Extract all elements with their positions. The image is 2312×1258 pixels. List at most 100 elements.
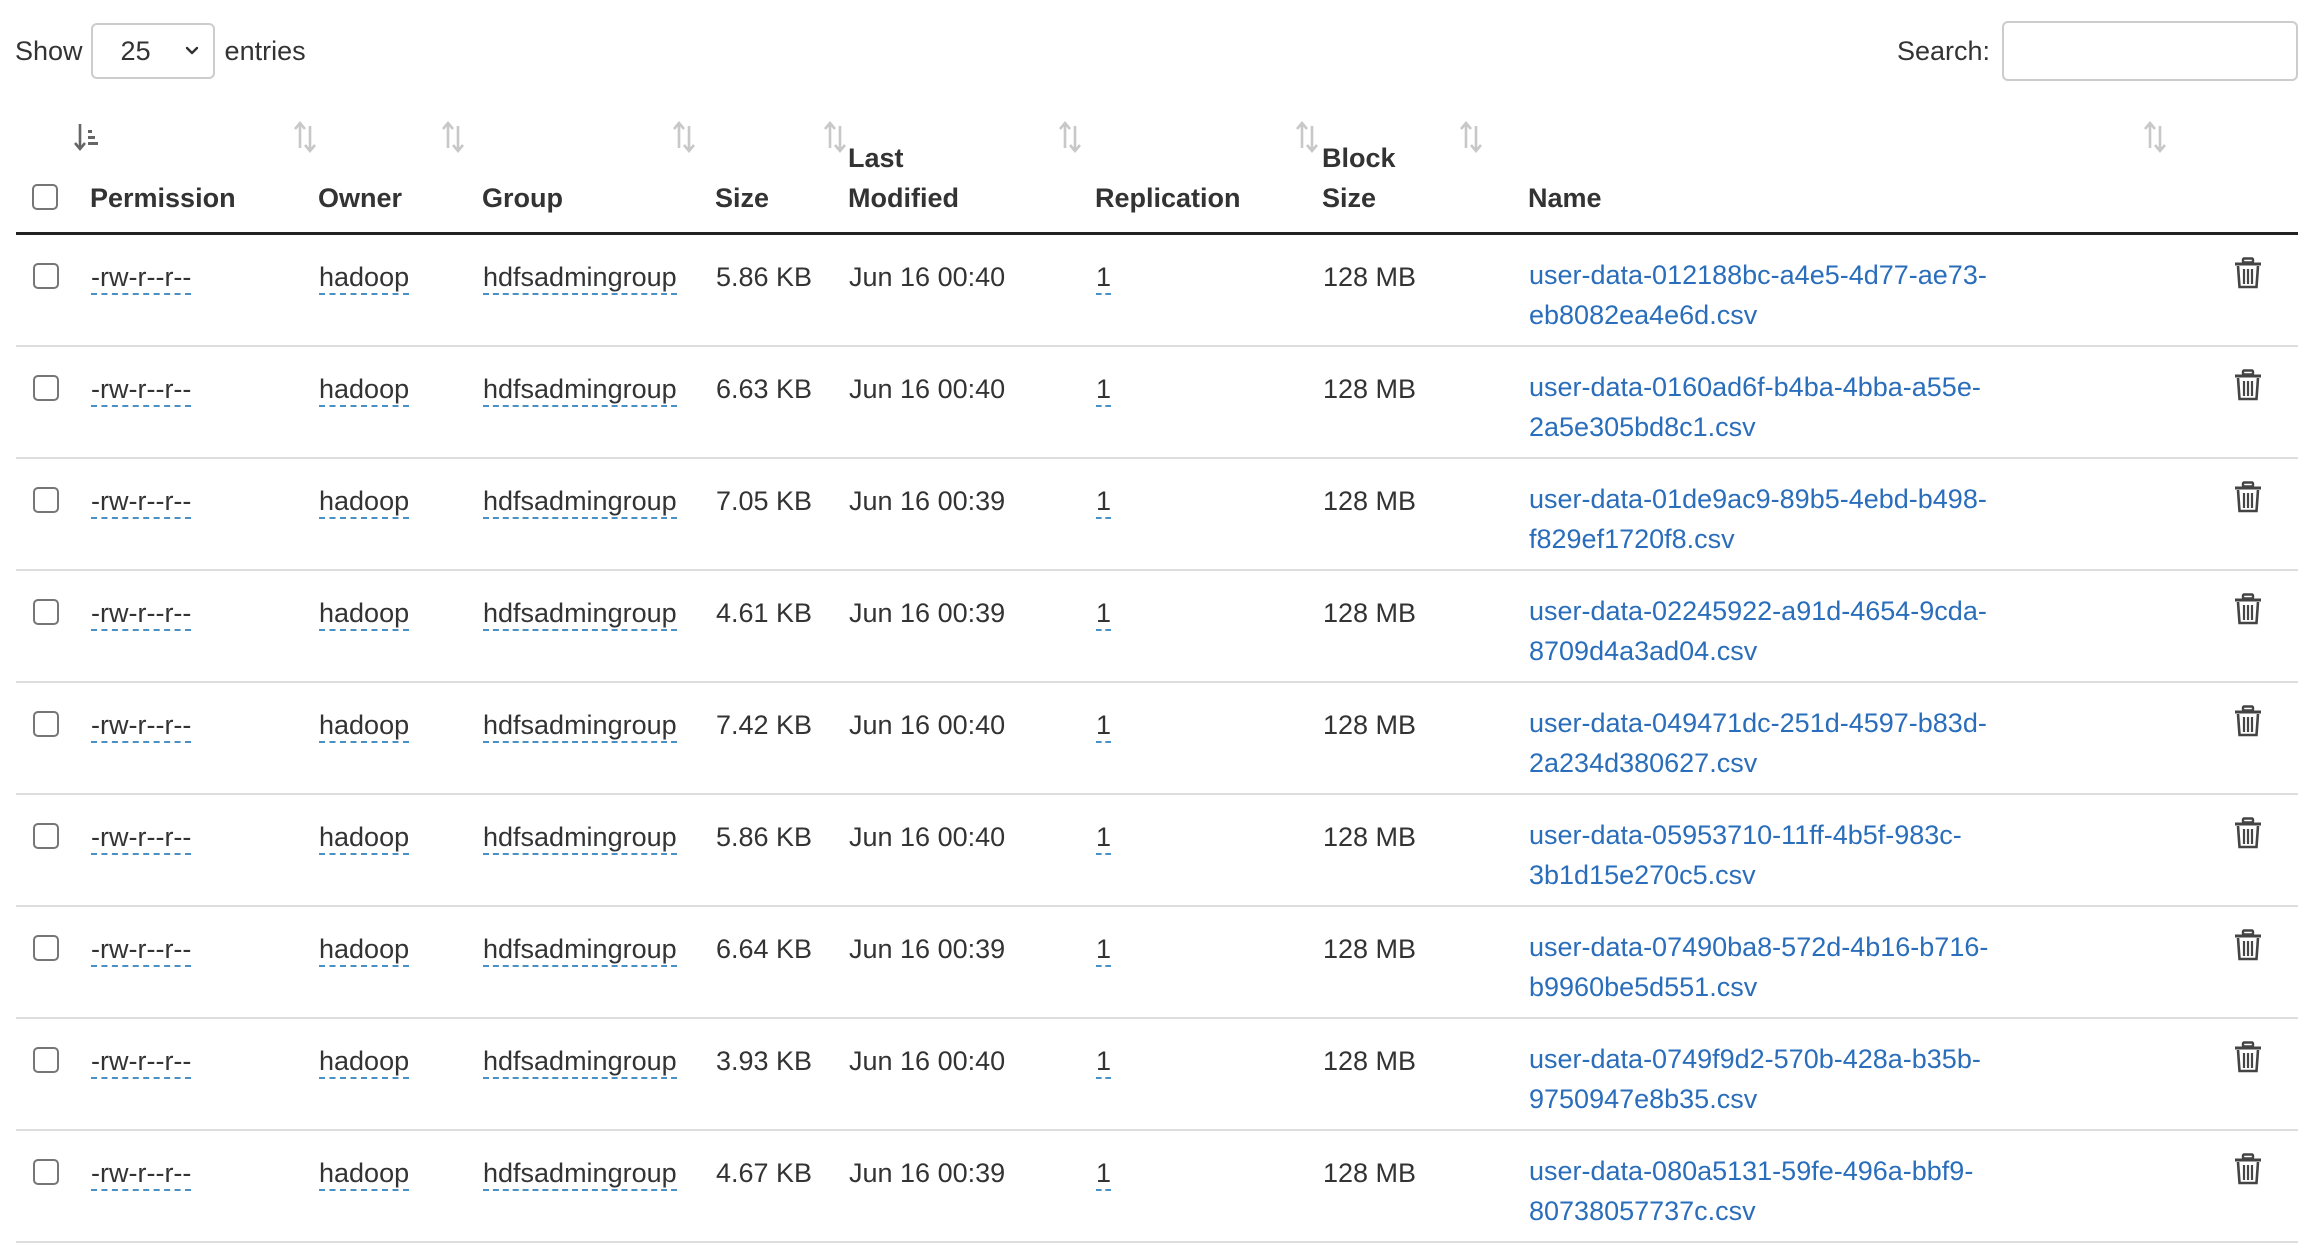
permission-value[interactable]: -rw-r--r-- (91, 933, 192, 967)
select-all-header[interactable] (16, 110, 98, 235)
trash-icon[interactable] (2234, 704, 2262, 737)
replication-value[interactable]: 1 (1096, 821, 1112, 855)
permission-value[interactable]: -rw-r--r-- (91, 597, 192, 631)
permission-cell[interactable]: -rw-r--r-- (90, 345, 318, 459)
column-header-last-modified[interactable]: Last Modified (848, 110, 1095, 235)
group-value[interactable]: hdfsadmingroup (483, 485, 677, 519)
file-name-link[interactable]: user-data-080a5131-59fe-496a-bbf9- 807380… (1529, 1151, 2195, 1231)
group-cell[interactable]: hdfsadmingroup (482, 233, 715, 347)
trash-icon[interactable] (2234, 928, 2262, 961)
owner-value[interactable]: hadoop (319, 597, 410, 631)
trash-icon[interactable] (2234, 1040, 2262, 1073)
group-value[interactable]: hdfsadmingroup (483, 262, 677, 295)
file-name-link[interactable]: user-data-02245922-a91d-4654-9cda- 8709d4… (1529, 591, 2195, 671)
owner-cell[interactable]: hadoop (318, 1129, 482, 1243)
permission-value[interactable]: -rw-r--r-- (91, 821, 192, 855)
group-value[interactable]: hdfsadmingroup (483, 373, 677, 407)
replication-cell[interactable]: 1 (1095, 1017, 1322, 1131)
permission-cell[interactable]: -rw-r--r-- (90, 1129, 318, 1243)
row-checkbox[interactable] (33, 934, 59, 961)
sort-icon[interactable] (1458, 120, 1484, 154)
group-cell[interactable]: hdfsadmingroup (482, 1017, 715, 1131)
owner-cell[interactable]: hadoop (318, 233, 482, 347)
file-name-link[interactable]: user-data-0160ad6f-b4ba-4bba-a55e- 2a5e30… (1529, 367, 2195, 447)
permission-value[interactable]: -rw-r--r-- (91, 709, 192, 743)
row-checkbox[interactable] (33, 1158, 59, 1185)
owner-value[interactable]: hadoop (319, 262, 410, 295)
group-cell[interactable]: hdfsadmingroup (482, 793, 715, 907)
replication-value[interactable]: 1 (1096, 1157, 1112, 1191)
replication-value[interactable]: 1 (1096, 1045, 1112, 1079)
owner-value[interactable]: hadoop (319, 933, 410, 967)
owner-value[interactable]: hadoop (319, 1045, 410, 1079)
trash-icon[interactable] (2234, 257, 2262, 289)
sort-icon[interactable] (671, 120, 697, 154)
replication-cell[interactable]: 1 (1095, 1129, 1322, 1243)
replication-value[interactable]: 1 (1096, 485, 1112, 519)
row-checkbox[interactable] (33, 263, 59, 289)
group-value[interactable]: hdfsadmingroup (483, 709, 677, 743)
replication-cell[interactable]: 1 (1095, 905, 1322, 1019)
file-name-link[interactable]: user-data-07490ba8-572d-4b16-b716- b9960b… (1529, 927, 2195, 1007)
sort-icon[interactable] (1057, 120, 1083, 154)
replication-cell[interactable]: 1 (1095, 457, 1322, 571)
owner-value[interactable]: hadoop (319, 373, 410, 407)
permission-cell[interactable]: -rw-r--r-- (90, 793, 318, 907)
replication-value[interactable]: 1 (1096, 933, 1112, 967)
permission-value[interactable]: -rw-r--r-- (91, 1045, 192, 1079)
trash-icon[interactable] (2234, 816, 2262, 849)
trash-icon[interactable] (2234, 1152, 2262, 1185)
row-checkbox[interactable] (33, 374, 59, 401)
column-header-replication[interactable]: Replication (1095, 110, 1322, 235)
replication-value[interactable]: 1 (1096, 597, 1112, 631)
column-header-name[interactable]: Name (1528, 110, 2196, 235)
owner-value[interactable]: hadoop (319, 821, 410, 855)
owner-value[interactable]: hadoop (319, 485, 410, 519)
row-checkbox[interactable] (33, 822, 59, 849)
row-checkbox[interactable] (33, 598, 59, 625)
owner-cell[interactable]: hadoop (318, 681, 482, 795)
permission-value[interactable]: -rw-r--r-- (91, 485, 192, 519)
group-cell[interactable]: hdfsadmingroup (482, 457, 715, 571)
owner-value[interactable]: hadoop (319, 1157, 410, 1191)
entries-select[interactable]: 25 (90, 23, 215, 79)
group-value[interactable]: hdfsadmingroup (483, 821, 677, 855)
replication-value[interactable]: 1 (1096, 262, 1112, 295)
row-checkbox[interactable] (33, 1046, 59, 1073)
column-header-size[interactable]: Size (715, 110, 848, 235)
sort-icon[interactable] (440, 120, 466, 154)
row-checkbox[interactable] (33, 710, 59, 737)
owner-cell[interactable]: hadoop (318, 905, 482, 1019)
row-checkbox[interactable] (33, 486, 59, 513)
owner-cell[interactable]: hadoop (318, 1017, 482, 1131)
sort-icon[interactable] (292, 120, 318, 154)
select-all-checkbox[interactable] (32, 184, 58, 210)
group-value[interactable]: hdfsadmingroup (483, 1045, 677, 1079)
column-header-group[interactable]: Group (482, 110, 715, 235)
permission-cell[interactable]: -rw-r--r-- (90, 681, 318, 795)
owner-value[interactable]: hadoop (319, 709, 410, 743)
sort-icon[interactable] (822, 120, 848, 154)
file-name-link[interactable]: user-data-05953710-11ff-4b5f-983c- 3b1d15… (1529, 815, 2195, 895)
permission-cell[interactable]: -rw-r--r-- (90, 1017, 318, 1131)
permission-cell[interactable]: -rw-r--r-- (90, 569, 318, 683)
group-cell[interactable]: hdfsadmingroup (482, 1129, 715, 1243)
owner-cell[interactable]: hadoop (318, 793, 482, 907)
group-value[interactable]: hdfsadmingroup (483, 1157, 677, 1191)
owner-cell[interactable]: hadoop (318, 345, 482, 459)
permission-value[interactable]: -rw-r--r-- (91, 373, 192, 407)
group-value[interactable]: hdfsadmingroup (483, 933, 677, 967)
file-name-link[interactable]: user-data-049471dc-251d-4597-b83d- 2a234d… (1529, 703, 2195, 783)
group-cell[interactable]: hdfsadmingroup (482, 345, 715, 459)
replication-value[interactable]: 1 (1096, 373, 1112, 407)
column-header-owner[interactable]: Owner (318, 110, 482, 235)
replication-cell[interactable]: 1 (1095, 793, 1322, 907)
owner-cell[interactable]: hadoop (318, 457, 482, 571)
permission-value[interactable]: -rw-r--r-- (91, 262, 192, 295)
group-value[interactable]: hdfsadmingroup (483, 597, 677, 631)
group-cell[interactable]: hdfsadmingroup (482, 569, 715, 683)
file-name-link[interactable]: user-data-01de9ac9-89b5-4ebd-b498- f829ef… (1529, 479, 2195, 559)
sort-icon[interactable] (1294, 120, 1320, 154)
replication-cell[interactable]: 1 (1095, 233, 1322, 347)
permission-cell[interactable]: -rw-r--r-- (90, 457, 318, 571)
